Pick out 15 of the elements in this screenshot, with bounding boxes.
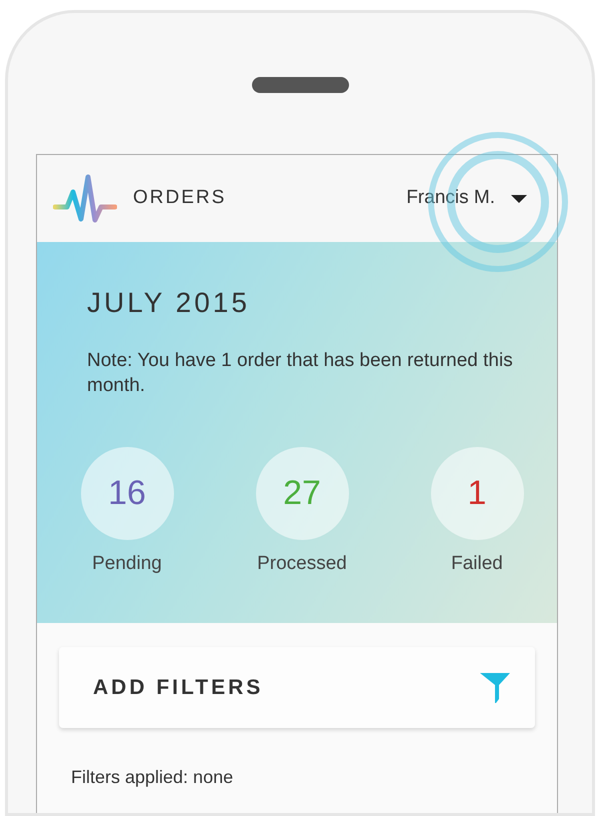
stat-label: Failed <box>451 552 503 576</box>
app-title: ORDERS <box>133 186 226 210</box>
stat-label: Processed <box>257 552 347 576</box>
user-menu[interactable]: Francis M. <box>406 184 527 213</box>
stat-count: 1 <box>430 446 524 540</box>
stat-count: 27 <box>256 446 348 540</box>
pulse-logo-icon <box>53 172 117 224</box>
stat-label: Pending <box>92 552 162 576</box>
add-filters-button[interactable]: ADD FILTERS <box>59 647 535 728</box>
month-heading: JULY 2015 <box>87 286 251 320</box>
stat-count: 16 <box>80 446 174 540</box>
caret-icon <box>511 194 527 204</box>
filter-icon <box>479 672 511 704</box>
returned-note: Note: You have 1 order that has been returned this month. <box>87 348 514 398</box>
filters-applied-text: Filters applied: none <box>71 766 234 789</box>
